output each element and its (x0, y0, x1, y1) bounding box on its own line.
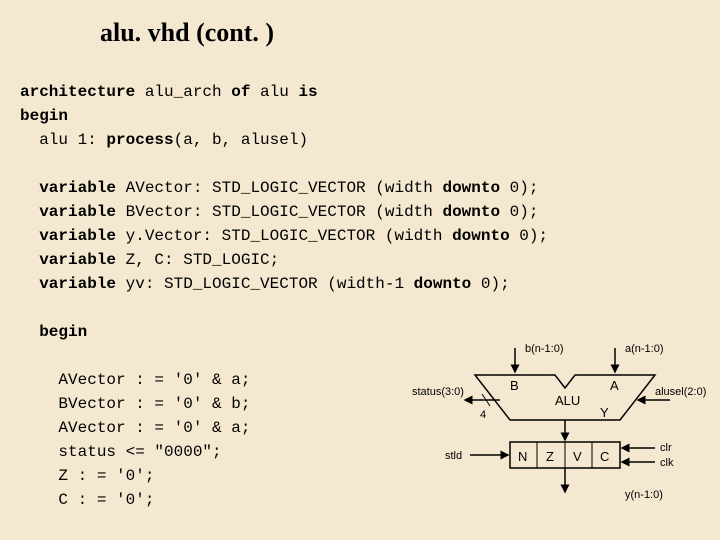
t: Z : = '0'; (20, 467, 154, 485)
t: 0); (471, 275, 509, 293)
kw-of: of (231, 83, 250, 101)
kw-variable: variable (20, 275, 116, 293)
kw-begin2: begin (20, 323, 87, 341)
kw-variable: variable (20, 251, 116, 269)
port-B: B (510, 378, 519, 393)
t: C : = '0'; (20, 491, 154, 509)
sig-y: y(n-1:0) (625, 489, 663, 501)
kw-downto: downto (414, 275, 472, 293)
port-A: A (610, 378, 619, 393)
label-4: 4 (480, 409, 486, 421)
flag-V: V (573, 449, 582, 464)
t: 0); (500, 179, 538, 197)
t: 0); (500, 203, 538, 221)
t: alu_arch (135, 83, 231, 101)
sig-stld: stld (445, 450, 462, 462)
t: AVector : = '0' & a; (20, 371, 250, 389)
kw-variable: variable (20, 179, 116, 197)
label-alu: ALU (555, 393, 580, 408)
flag-C: C (600, 449, 609, 464)
t: 0); (510, 227, 548, 245)
t: y.Vector: STD_LOGIC_VECTOR (width (116, 227, 452, 245)
sig-clk: clk (660, 457, 674, 469)
t: BVector: STD_LOGIC_VECTOR (width (116, 203, 442, 221)
t: alu (250, 83, 298, 101)
sig-clr: clr (660, 442, 672, 454)
slide-title: alu. vhd (cont. ) (100, 18, 274, 48)
kw-downto: downto (452, 227, 510, 245)
alu-diagram: b(n-1:0) a(n-1:0) B A ALU Y status(3:0) … (410, 340, 710, 520)
t: alu 1: (20, 131, 106, 149)
t: status <= "0000"; (20, 443, 222, 461)
sig-a: a(n-1:0) (625, 343, 664, 355)
sig-b: b(n-1:0) (525, 343, 564, 355)
t: yv: STD_LOGIC_VECTOR (width-1 (116, 275, 414, 293)
flag-Z: Z (546, 449, 554, 464)
t: AVector : = '0' & a; (20, 419, 250, 437)
kw-is: is (298, 83, 317, 101)
kw-downto: downto (442, 179, 500, 197)
kw-variable: variable (20, 227, 116, 245)
port-Y: Y (600, 405, 609, 420)
kw-process: process (106, 131, 173, 149)
kw-architecture: architecture (20, 83, 135, 101)
sig-alusel: alusel(2:0) (655, 386, 706, 398)
t: AVector: STD_LOGIC_VECTOR (width (116, 179, 442, 197)
kw-begin: begin (20, 107, 68, 125)
kw-variable: variable (20, 203, 116, 221)
t: BVector : = '0' & b; (20, 395, 250, 413)
kw-downto: downto (442, 203, 500, 221)
t: Z, C: STD_LOGIC; (116, 251, 279, 269)
flag-N: N (518, 449, 527, 464)
sig-status: status(3:0) (412, 386, 464, 398)
t: (a, b, alusel) (174, 131, 308, 149)
